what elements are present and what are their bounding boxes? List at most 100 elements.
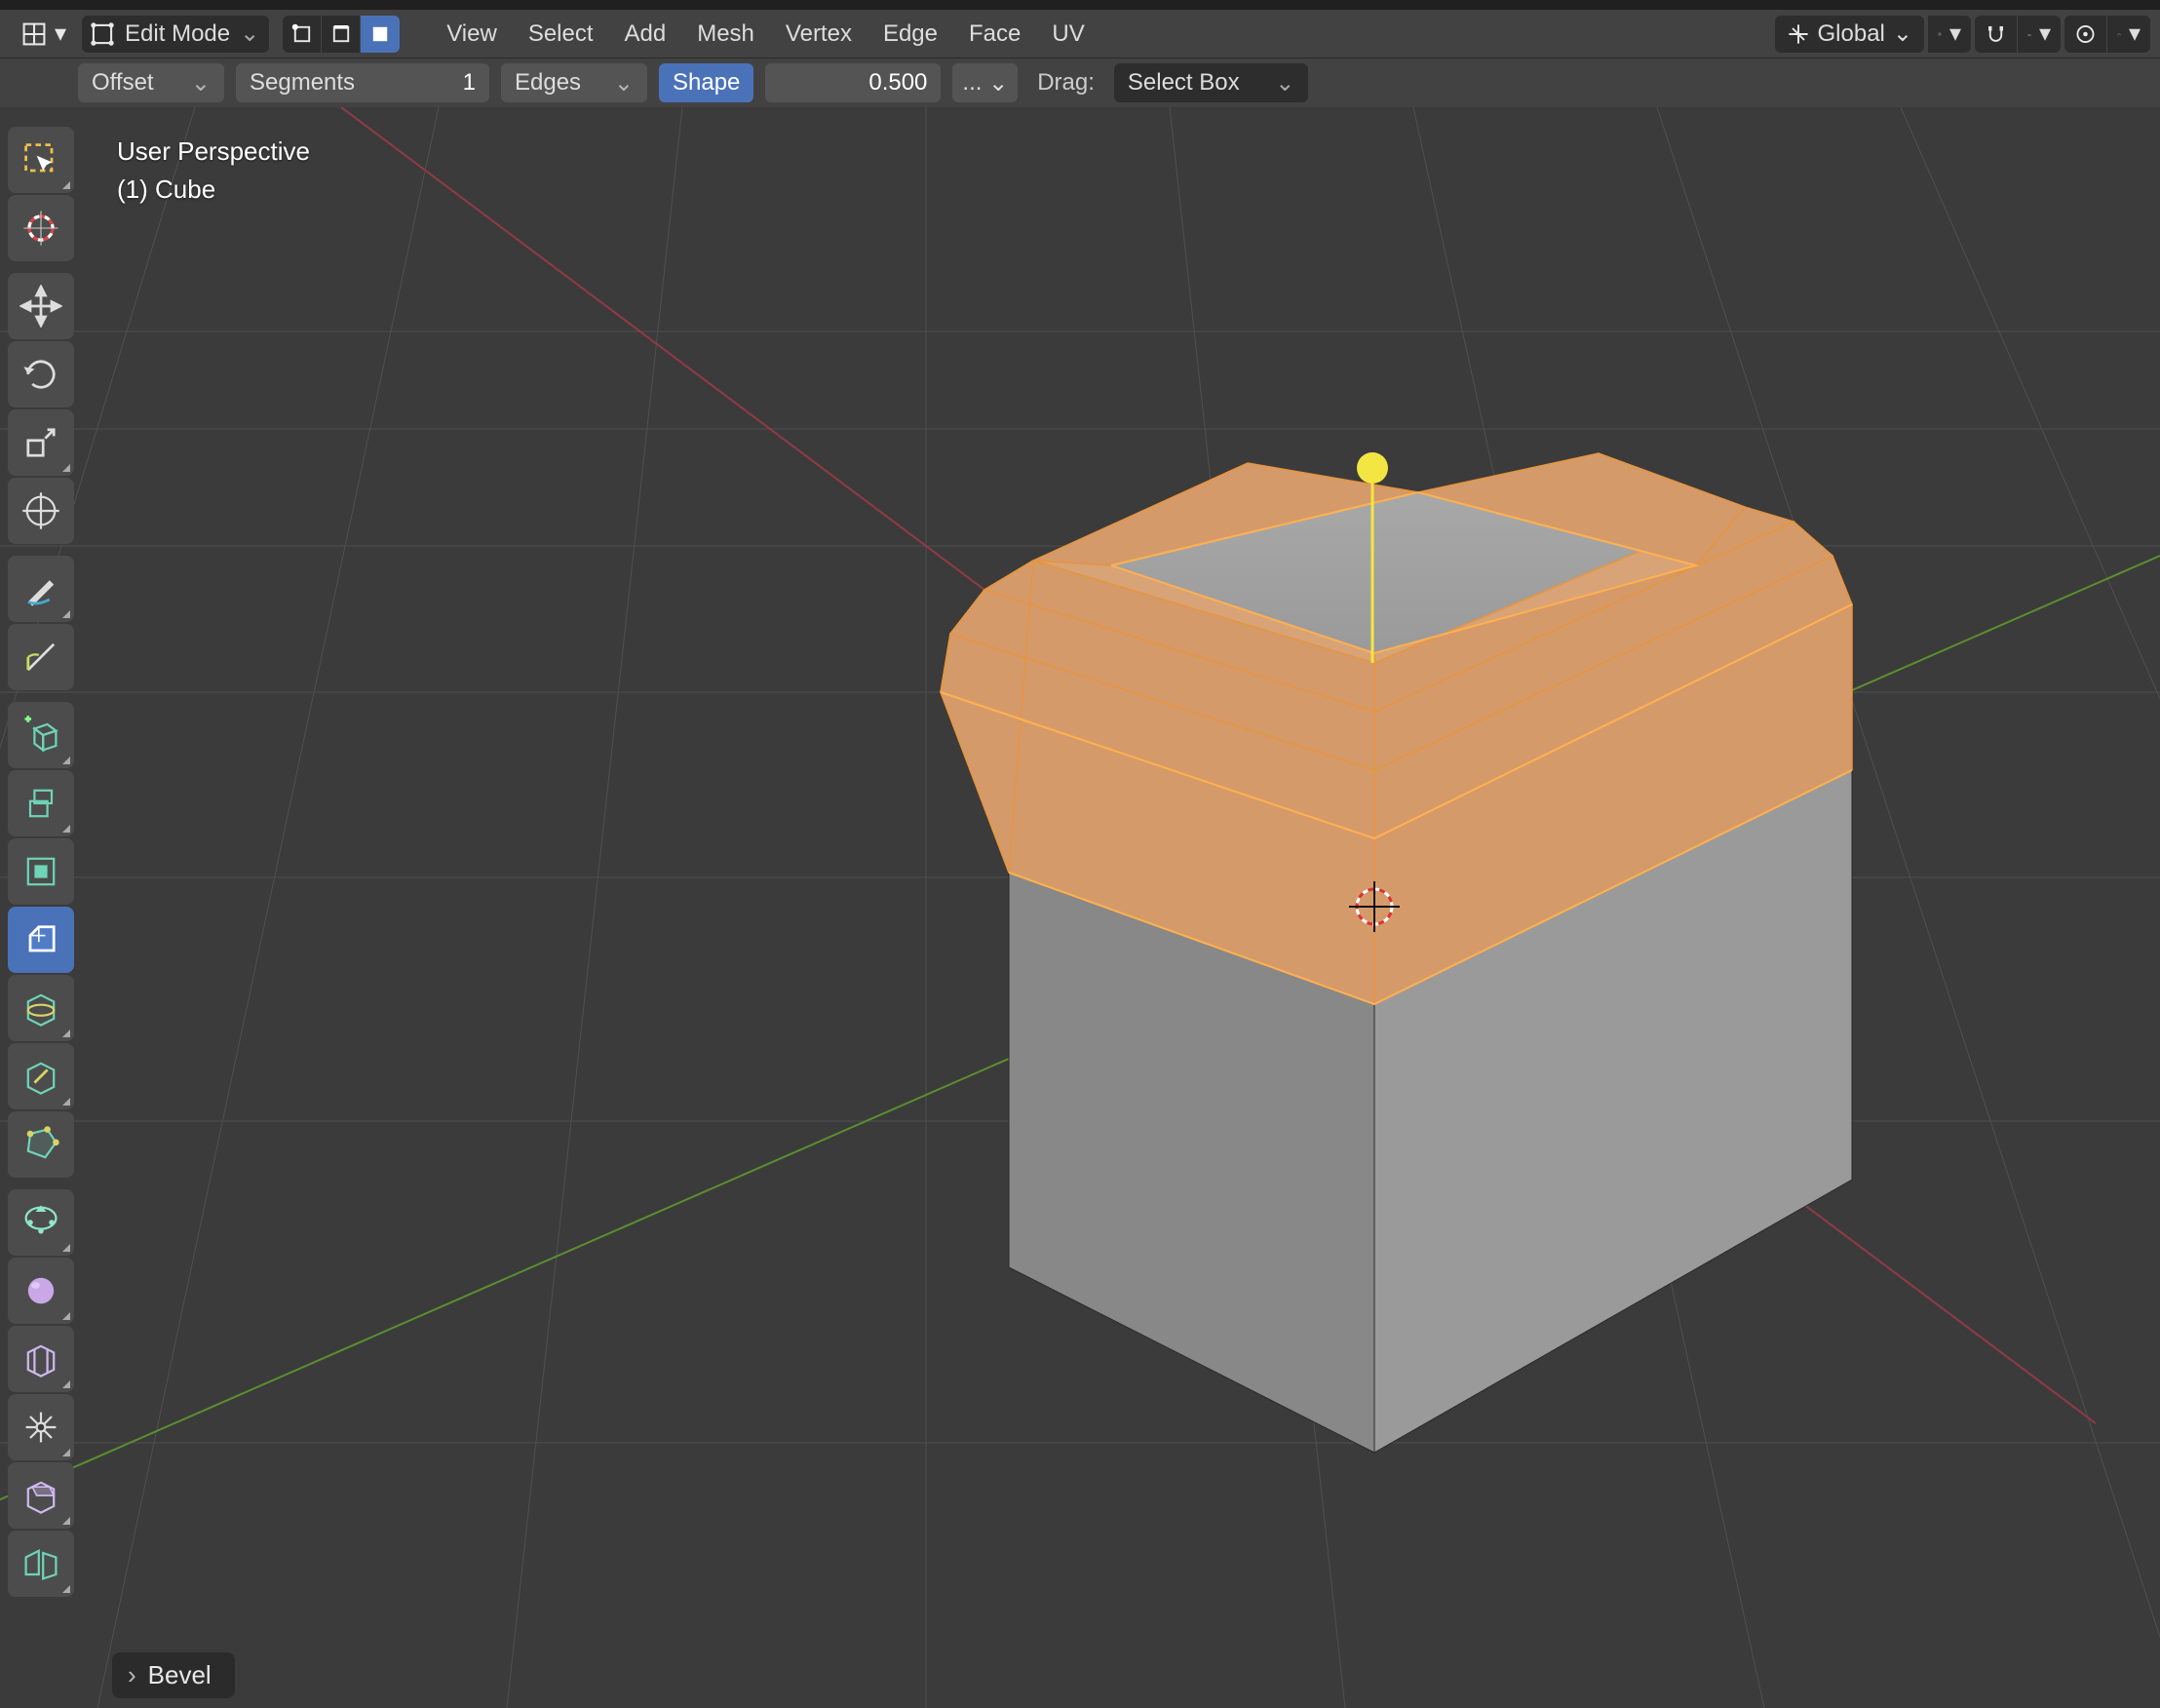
shape-label: Shape xyxy=(673,69,740,97)
tool-transform[interactable] xyxy=(8,478,74,544)
menu-face[interactable]: Face xyxy=(953,16,1036,53)
menu-select[interactable]: Select xyxy=(513,16,609,53)
shrink-fatten-icon xyxy=(19,1406,62,1449)
3d-viewport[interactable]: User Perspective (1) Cube xyxy=(0,107,2160,1708)
tool-move[interactable] xyxy=(8,273,74,339)
transform-icon xyxy=(19,489,62,532)
menu-vertex[interactable]: Vertex xyxy=(770,16,868,53)
drag-action-dropdown[interactable]: Select Box ⌄ xyxy=(1114,63,1309,102)
menu-view[interactable]: View xyxy=(431,16,513,53)
scale-icon xyxy=(19,421,62,464)
tool-annotate[interactable] xyxy=(8,556,74,622)
vertex-select-mode[interactable] xyxy=(283,16,322,53)
chevron-down-icon: ⌄ xyxy=(1240,69,1295,97)
tool-bevel[interactable] xyxy=(8,907,74,973)
face-icon xyxy=(368,22,392,46)
falloff-icon xyxy=(2117,22,2121,46)
proportional-edit-toggle[interactable] xyxy=(2064,16,2107,53)
header-menus: View Select Add Mesh Vertex Edge Face UV xyxy=(431,16,1100,53)
menu-mesh[interactable]: Mesh xyxy=(681,16,770,53)
mode-label: Edit Mode xyxy=(125,20,230,48)
bevel-shape-label-button[interactable]: Shape xyxy=(659,63,753,102)
tool-knife[interactable] xyxy=(8,1043,74,1109)
tool-shear[interactable] xyxy=(8,1462,74,1529)
magnet-icon xyxy=(1985,22,2007,46)
spin-icon xyxy=(19,1201,62,1244)
menu-add[interactable]: Add xyxy=(609,16,682,53)
bevel-icon xyxy=(19,918,62,961)
edge-select-mode[interactable] xyxy=(322,16,361,53)
snap-dropdown[interactable]: ▾ xyxy=(2018,16,2061,53)
tool-poly-build[interactable] xyxy=(8,1111,74,1178)
snap-toggle[interactable] xyxy=(1975,16,2018,53)
shear-icon xyxy=(19,1474,62,1517)
tool-rip-region[interactable] xyxy=(8,1531,74,1597)
proportional-icon xyxy=(2074,22,2097,46)
pivot-dropdown[interactable]: ▾ xyxy=(1928,16,1971,53)
viewport-info-overlay: User Perspective (1) Cube xyxy=(117,133,310,209)
workspace-tabs[interactable] xyxy=(0,0,2160,10)
tool-shelf xyxy=(8,127,78,1597)
knife-icon xyxy=(19,1055,62,1098)
tool-rotate[interactable] xyxy=(8,341,74,408)
segments-value: 1 xyxy=(463,69,476,97)
cube-mesh xyxy=(941,453,1852,1453)
chevron-down-icon: ▾ xyxy=(2129,19,2141,48)
tool-spin[interactable] xyxy=(8,1189,74,1256)
tool-options-bar: Offset ⌄ Segments 1 Edges ⌄ Shape 0.500 … xyxy=(0,58,2160,107)
inset-icon xyxy=(19,850,62,893)
chevron-down-icon: ⌄ xyxy=(162,69,211,97)
smooth-icon xyxy=(19,1269,62,1312)
tool-shrink-fatten[interactable] xyxy=(8,1394,74,1460)
edit-mode-icon xyxy=(90,21,115,47)
chevron-right-icon: › xyxy=(128,1660,136,1690)
more-label: ... xyxy=(962,69,982,97)
snap-increment-icon xyxy=(2027,23,2031,45)
chevron-down-icon: ⌄ xyxy=(982,69,1008,97)
poly-build-icon xyxy=(19,1123,62,1166)
bevel-affect-dropdown[interactable]: Edges ⌄ xyxy=(501,63,647,102)
pivot-icon xyxy=(1938,22,1942,46)
tool-smooth[interactable] xyxy=(8,1258,74,1324)
tool-add-primitive[interactable] xyxy=(8,702,74,768)
transform-orientation-dropdown[interactable]: Global ⌄ xyxy=(1775,16,1924,53)
select-box-icon xyxy=(19,138,62,181)
proportional-falloff-dropdown[interactable]: ▾ xyxy=(2107,16,2150,53)
viewport-object-label: (1) Cube xyxy=(117,171,310,209)
affect-label: Edges xyxy=(515,69,581,97)
select-mode-group xyxy=(283,16,400,53)
mode-dropdown[interactable]: Edit Mode ⌄ xyxy=(82,16,269,53)
face-select-mode[interactable] xyxy=(361,16,400,53)
menu-uv[interactable]: UV xyxy=(1036,16,1099,53)
editor-type-dropdown[interactable]: ▾ xyxy=(10,16,78,53)
tool-inset-faces[interactable] xyxy=(8,838,74,905)
bevel-segments-field[interactable]: Segments 1 xyxy=(236,63,489,102)
bevel-shape-field[interactable]: 0.500 xyxy=(765,63,941,102)
bevel-width-type-dropdown[interactable]: Offset ⌄ xyxy=(78,63,224,102)
tool-loop-cut[interactable] xyxy=(8,975,74,1041)
cursor-icon xyxy=(19,207,62,250)
shape-value: 0.500 xyxy=(868,69,927,97)
operator-name: Bevel xyxy=(148,1660,212,1690)
move-icon xyxy=(19,285,62,328)
viewport-perspective-label: User Perspective xyxy=(117,133,310,171)
drag-mode-label: Select Box xyxy=(1128,69,1240,97)
tool-measure[interactable] xyxy=(8,624,74,690)
menu-edge[interactable]: Edge xyxy=(868,16,953,53)
edge-icon xyxy=(329,22,353,46)
segments-label: Segments xyxy=(250,69,355,97)
tool-extrude-region[interactable] xyxy=(8,770,74,836)
loop-cut-icon xyxy=(19,987,62,1029)
bevel-more-dropdown[interactable]: ... ⌄ xyxy=(952,63,1018,102)
width-type-label: Offset xyxy=(92,69,154,97)
operator-redo-panel[interactable]: › Bevel xyxy=(112,1652,235,1698)
chevron-down-icon: ⌄ xyxy=(240,19,259,48)
tool-select-box[interactable] xyxy=(8,127,74,193)
tool-cursor[interactable] xyxy=(8,195,74,261)
measure-icon xyxy=(19,636,62,679)
vertex-icon xyxy=(290,22,314,46)
editor-header: ▾ Edit Mode ⌄ View Select Add Mesh Verte… xyxy=(0,10,2160,58)
extrude-icon xyxy=(19,782,62,825)
tool-edge-slide[interactable] xyxy=(8,1326,74,1392)
tool-scale[interactable] xyxy=(8,409,74,476)
